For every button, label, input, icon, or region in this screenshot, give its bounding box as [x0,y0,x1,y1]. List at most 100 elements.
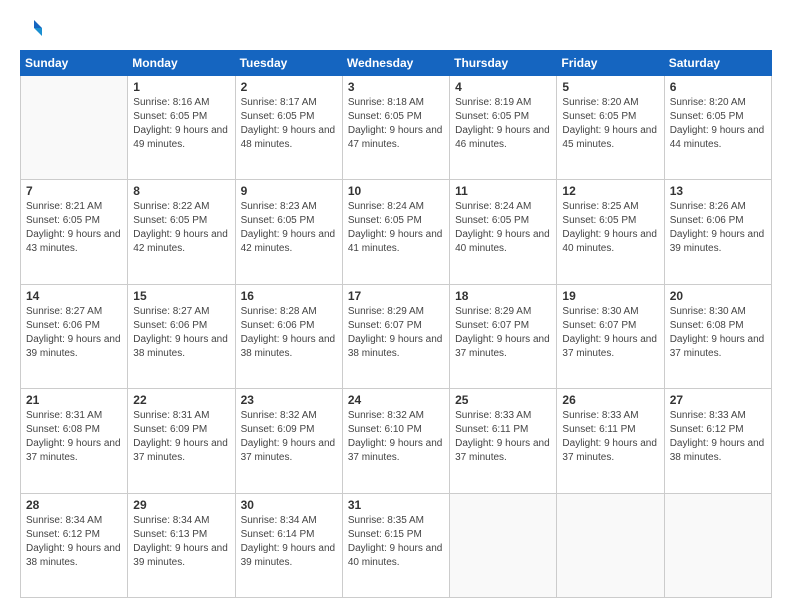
day-info: Sunrise: 8:24 AMSunset: 6:05 PMDaylight:… [348,200,444,256]
day-number: 1 [133,80,229,94]
calendar-cell: 1 Sunrise: 8:16 AMSunset: 6:05 PMDaylight… [128,76,235,180]
weekday-header: Thursday [450,51,557,76]
day-number: 22 [133,393,229,407]
day-number: 3 [348,80,444,94]
day-number: 25 [455,393,551,407]
calendar-cell: 2 Sunrise: 8:17 AMSunset: 6:05 PMDaylight… [235,76,342,180]
day-number: 20 [670,289,766,303]
calendar-cell: 16 Sunrise: 8:28 AMSunset: 6:06 PMDayligh… [235,284,342,388]
weekday-header: Wednesday [342,51,449,76]
day-number: 14 [26,289,122,303]
calendar-cell: 11 Sunrise: 8:24 AMSunset: 6:05 PMDayligh… [450,180,557,284]
day-number: 8 [133,184,229,198]
day-info: Sunrise: 8:24 AMSunset: 6:05 PMDaylight:… [455,200,551,256]
calendar-cell: 14Sunrise: 8:27 AMSunset: 6:06 PMDayligh… [21,284,128,388]
calendar-cell: 9 Sunrise: 8:23 AMSunset: 6:05 PMDaylight… [235,180,342,284]
weekday-header: Tuesday [235,51,342,76]
day-number: 26 [562,393,658,407]
calendar-cell: 5 Sunrise: 8:20 AMSunset: 6:05 PMDaylight… [557,76,664,180]
day-info: Sunrise: 8:20 AMSunset: 6:05 PMDaylight:… [562,96,658,152]
day-number: 11 [455,184,551,198]
day-number: 7 [26,184,122,198]
day-info: Sunrise: 8:21 AMSunset: 6:05 PMDaylight:… [26,200,122,256]
weekday-header: Sunday [21,51,128,76]
calendar-cell: 24 Sunrise: 8:32 AMSunset: 6:10 PMDayligh… [342,389,449,493]
calendar-cell: 15 Sunrise: 8:27 AMSunset: 6:06 PMDayligh… [128,284,235,388]
calendar-cell: 12 Sunrise: 8:25 AMSunset: 6:05 PMDayligh… [557,180,664,284]
day-info: Sunrise: 8:35 AMSunset: 6:15 PMDaylight:… [348,514,444,570]
day-info: Sunrise: 8:34 AMSunset: 6:14 PMDaylight:… [241,514,337,570]
day-number: 18 [455,289,551,303]
day-info: Sunrise: 8:32 AMSunset: 6:10 PMDaylight:… [348,409,444,465]
weekday-header: Saturday [664,51,771,76]
day-info: Sunrise: 8:16 AMSunset: 6:05 PMDaylight:… [133,96,229,152]
calendar-cell: 19 Sunrise: 8:30 AMSunset: 6:07 PMDayligh… [557,284,664,388]
calendar-cell [557,493,664,597]
calendar-cell: 7 Sunrise: 8:21 AMSunset: 6:05 PMDaylight… [21,180,128,284]
day-number: 31 [348,498,444,512]
day-number: 16 [241,289,337,303]
calendar-cell [664,493,771,597]
calendar-cell: 10Sunrise: 8:24 AMSunset: 6:05 PMDayligh… [342,180,449,284]
calendar-week-row: 28 Sunrise: 8:34 AMSunset: 6:12 PMDayligh… [21,493,772,597]
calendar-week-row: 21 Sunrise: 8:31 AMSunset: 6:08 PMDayligh… [21,389,772,493]
day-number: 15 [133,289,229,303]
calendar-cell: 31 Sunrise: 8:35 AMSunset: 6:15 PMDayligh… [342,493,449,597]
calendar-cell: 22 Sunrise: 8:31 AMSunset: 6:09 PMDayligh… [128,389,235,493]
day-number: 21 [26,393,122,407]
calendar-cell: 18 Sunrise: 8:29 AMSunset: 6:07 PMDayligh… [450,284,557,388]
day-number: 24 [348,393,444,407]
day-number: 12 [562,184,658,198]
calendar-cell: 27Sunrise: 8:33 AMSunset: 6:12 PMDayligh… [664,389,771,493]
calendar-cell: 17Sunrise: 8:29 AMSunset: 6:07 PMDayligh… [342,284,449,388]
day-info: Sunrise: 8:29 AMSunset: 6:07 PMDaylight:… [455,305,551,361]
calendar-week-row: 7 Sunrise: 8:21 AMSunset: 6:05 PMDaylight… [21,180,772,284]
header [20,18,772,40]
day-info: Sunrise: 8:28 AMSunset: 6:06 PMDaylight:… [241,305,337,361]
day-info: Sunrise: 8:31 AMSunset: 6:08 PMDaylight:… [26,409,122,465]
day-number: 9 [241,184,337,198]
day-number: 28 [26,498,122,512]
day-info: Sunrise: 8:23 AMSunset: 6:05 PMDaylight:… [241,200,337,256]
day-info: Sunrise: 8:25 AMSunset: 6:05 PMDaylight:… [562,200,658,256]
day-info: Sunrise: 8:30 AMSunset: 6:08 PMDaylight:… [670,305,766,361]
calendar-cell: 23 Sunrise: 8:32 AMSunset: 6:09 PMDayligh… [235,389,342,493]
day-number: 13 [670,184,766,198]
day-number: 23 [241,393,337,407]
calendar-cell: 26 Sunrise: 8:33 AMSunset: 6:11 PMDayligh… [557,389,664,493]
day-info: Sunrise: 8:31 AMSunset: 6:09 PMDaylight:… [133,409,229,465]
day-number: 30 [241,498,337,512]
calendar-cell [450,493,557,597]
calendar-cell: 25 Sunrise: 8:33 AMSunset: 6:11 PMDayligh… [450,389,557,493]
day-info: Sunrise: 8:34 AMSunset: 6:12 PMDaylight:… [26,514,122,570]
calendar-cell: 21 Sunrise: 8:31 AMSunset: 6:08 PMDayligh… [21,389,128,493]
day-info: Sunrise: 8:20 AMSunset: 6:05 PMDaylight:… [670,96,766,152]
day-info: Sunrise: 8:27 AMSunset: 6:06 PMDaylight:… [133,305,229,361]
day-info: Sunrise: 8:30 AMSunset: 6:07 PMDaylight:… [562,305,658,361]
calendar-header-row: SundayMondayTuesdayWednesdayThursdayFrid… [21,51,772,76]
day-info: Sunrise: 8:33 AMSunset: 6:11 PMDaylight:… [455,409,551,465]
calendar-cell: 13 Sunrise: 8:26 AMSunset: 6:06 PMDayligh… [664,180,771,284]
weekday-header: Monday [128,51,235,76]
day-info: Sunrise: 8:17 AMSunset: 6:05 PMDaylight:… [241,96,337,152]
calendar-cell: 29Sunrise: 8:34 AMSunset: 6:13 PMDayligh… [128,493,235,597]
calendar-cell: 8Sunrise: 8:22 AMSunset: 6:05 PMDaylight… [128,180,235,284]
calendar-table: SundayMondayTuesdayWednesdayThursdayFrid… [20,50,772,598]
day-number: 29 [133,498,229,512]
calendar-cell [21,76,128,180]
day-info: Sunrise: 8:18 AMSunset: 6:05 PMDaylight:… [348,96,444,152]
day-info: Sunrise: 8:33 AMSunset: 6:11 PMDaylight:… [562,409,658,465]
weekday-header: Friday [557,51,664,76]
calendar-cell: 20 Sunrise: 8:30 AMSunset: 6:08 PMDayligh… [664,284,771,388]
day-number: 2 [241,80,337,94]
day-info: Sunrise: 8:26 AMSunset: 6:06 PMDaylight:… [670,200,766,256]
day-info: Sunrise: 8:32 AMSunset: 6:09 PMDaylight:… [241,409,337,465]
logo-icon [20,18,42,40]
day-number: 5 [562,80,658,94]
logo [20,18,44,40]
calendar-week-row: 1 Sunrise: 8:16 AMSunset: 6:05 PMDaylight… [21,76,772,180]
calendar-week-row: 14 Sunrise: 8:27 AMSunset: 6:06 PMDayligh… [21,284,772,388]
day-number: 19 [562,289,658,303]
day-info: Sunrise: 8:19 AMSunset: 6:05 PMDaylight:… [455,96,551,152]
day-info: Sunrise: 8:29 AMSunset: 6:07 PMDaylight:… [348,305,444,361]
